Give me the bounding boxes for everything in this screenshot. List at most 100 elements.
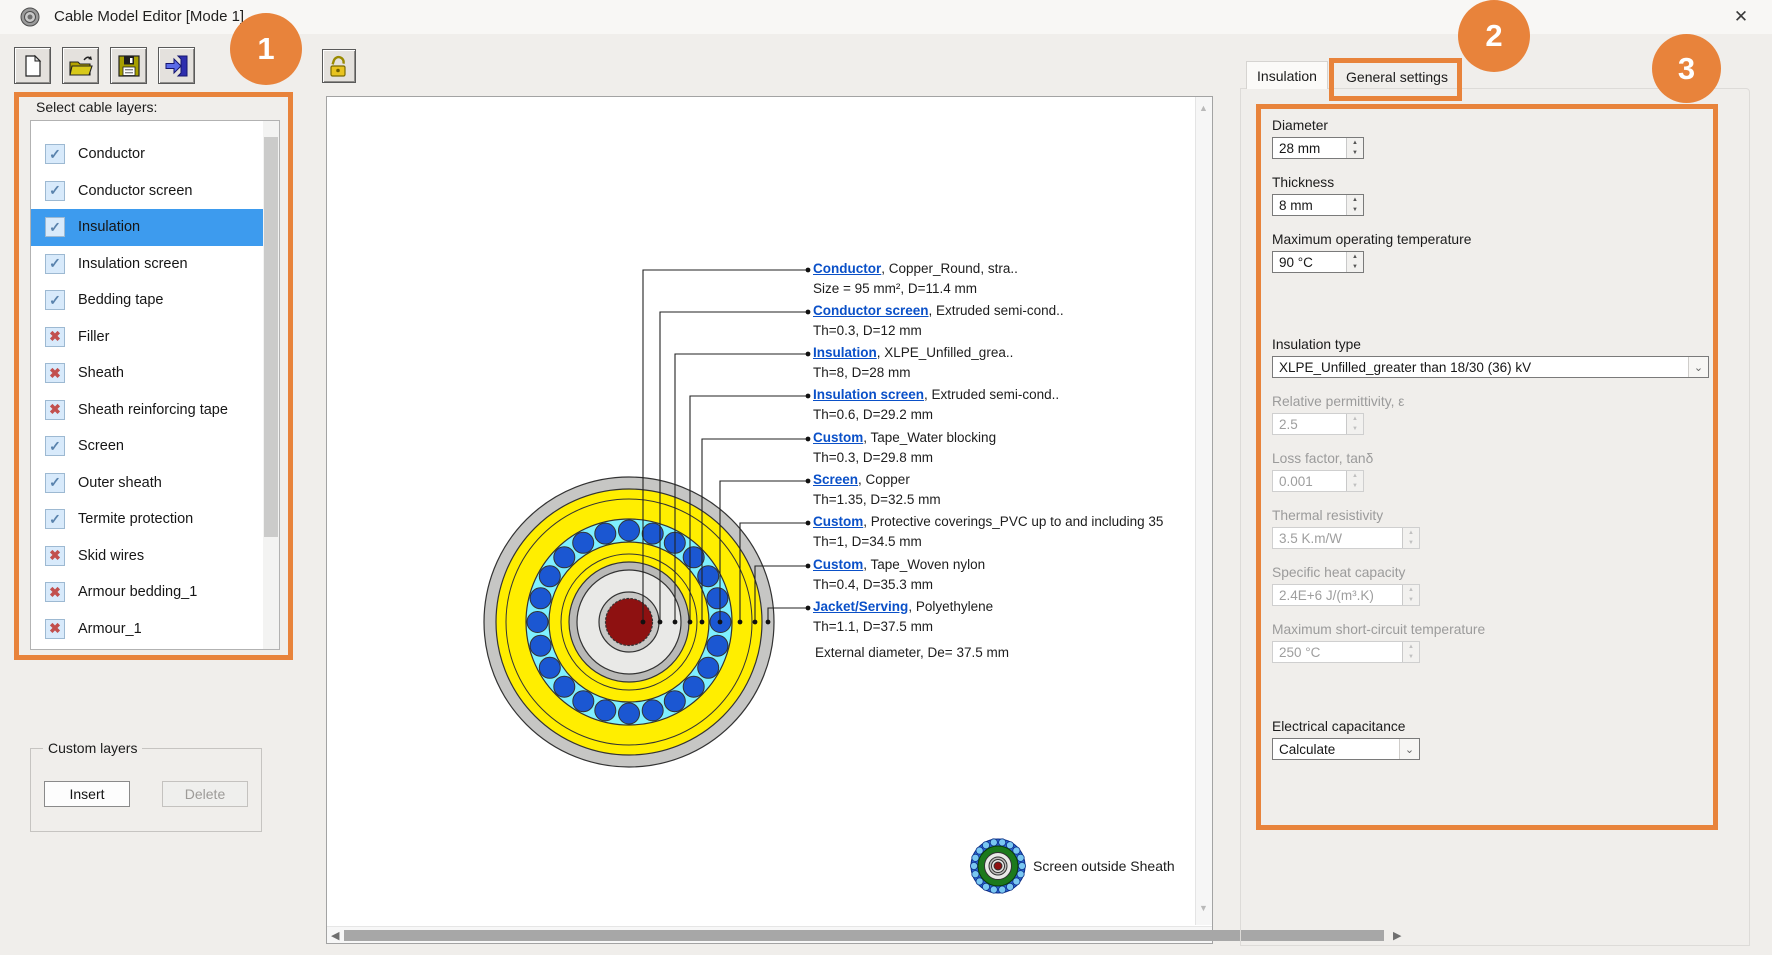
legend-label: Screen outside Sheath — [1033, 858, 1175, 874]
field-value: 0.001 — [1273, 471, 1346, 491]
layer-link-insulation-screen[interactable]: Insulation screen — [813, 387, 924, 402]
field-value: Calculate — [1273, 739, 1399, 759]
scroll-down-icon[interactable]: ▼ — [1199, 903, 1208, 913]
spin-up-icon[interactable]: ▲ — [1347, 138, 1363, 148]
layer-row-conductor[interactable]: ✓Conductor — [31, 136, 263, 173]
layer-row-insulation-screen[interactable]: ✓Insulation screen — [31, 246, 263, 283]
layer-link-insulation[interactable]: Insulation — [813, 345, 877, 360]
layer-row-armour-bedding-1[interactable]: ✖Armour bedding_1 — [31, 574, 263, 611]
spinner-buttons: ▲▼ — [1402, 528, 1419, 548]
exit-button[interactable] — [158, 47, 195, 84]
checkbox-checked-icon[interactable]: ✓ — [45, 254, 65, 274]
checkbox-checked-icon[interactable]: ✓ — [45, 436, 65, 456]
layer-list-scroll-thumb[interactable] — [264, 137, 278, 537]
spinner-buttons[interactable]: ▲▼ — [1346, 195, 1363, 215]
checkbox-checked-icon[interactable]: ✓ — [45, 144, 65, 164]
scroll-up-icon[interactable]: ▲ — [1199, 103, 1208, 113]
spin-up-icon[interactable]: ▲ — [1347, 252, 1363, 262]
canvas-horizontal-scrollbar[interactable]: ◀ ▶ — [327, 926, 1212, 943]
layer-row-outer-sheath[interactable]: ✓Outer sheath — [31, 465, 263, 502]
layer-row-sheath[interactable]: ✖Sheath — [31, 355, 263, 392]
open-file-button[interactable] — [62, 47, 99, 84]
unlock-button[interactable] — [322, 49, 356, 83]
layer-link-conductor[interactable]: Conductor — [813, 261, 881, 276]
new-file-button[interactable] — [14, 47, 51, 84]
cable-layer-list: ✓Conductor✓Conductor screen✓Insulation✓I… — [30, 120, 280, 650]
layer-link-screen[interactable]: Screen — [813, 472, 858, 487]
tab-general-settings[interactable]: General settings — [1336, 64, 1458, 89]
spinner-buttons[interactable]: ▲▼ — [1346, 252, 1363, 272]
field-value: 250 °C — [1273, 642, 1402, 662]
checkbox-checked-icon[interactable]: ✓ — [45, 509, 65, 529]
save-icon — [117, 54, 141, 78]
checkbox-checked-icon[interactable]: ✓ — [45, 290, 65, 310]
spin-down-icon[interactable]: ▼ — [1347, 205, 1363, 215]
checkbox-x-icon[interactable]: ✖ — [45, 582, 65, 602]
spinner-buttons[interactable]: ▲▼ — [1346, 138, 1363, 158]
spinner-maximum-operating-temperature[interactable]: 90 °C▲▼ — [1272, 251, 1364, 273]
canvas-vertical-scrollbar[interactable]: ▲ ▼ — [1195, 97, 1212, 925]
field-label-thickness: Thickness — [1272, 175, 1724, 190]
checkbox-x-icon[interactable]: ✖ — [45, 546, 65, 566]
close-button[interactable]: ✕ — [1724, 4, 1758, 30]
layer-link-conductor-screen[interactable]: Conductor screen — [813, 303, 929, 318]
checkbox-x-icon[interactable]: ✖ — [45, 619, 65, 639]
diagram-label-insulation-2: Insulation, XLPE_Unfilled_grea..Th=8, D=… — [813, 343, 1013, 383]
layer-row-termite-protection[interactable]: ✓Termite protection — [31, 501, 263, 538]
material-text: , XLPE_Unfilled_grea.. — [877, 345, 1014, 360]
save-button[interactable] — [110, 47, 147, 84]
layer-row-conductor-screen[interactable]: ✓Conductor screen — [31, 173, 263, 210]
spinner-buttons: ▲▼ — [1346, 414, 1363, 434]
diagram-label-line1: Custom, Tape_Water blocking — [813, 428, 996, 448]
spin-down-icon[interactable]: ▼ — [1347, 148, 1363, 158]
layer-row-screen[interactable]: ✓Screen — [31, 428, 263, 465]
combo-electrical-capacitance[interactable]: Calculate⌄ — [1272, 738, 1420, 760]
spinner-diameter[interactable]: 28 mm▲▼ — [1272, 137, 1364, 159]
field-thermal-resistivity: Thermal resistivity 3.5 K.m/W▲▼ — [1272, 508, 1724, 549]
dimension-text: Th=1, D=34.5 mm — [813, 532, 1163, 552]
layer-link-custom[interactable]: Custom — [813, 557, 863, 572]
insert-button[interactable]: Insert — [44, 781, 130, 807]
spin-down-icon[interactable]: ▼ — [1347, 262, 1363, 272]
canvas-scroll-thumb[interactable] — [344, 930, 1384, 941]
window-title: Cable Model Editor [Mode 1] — [54, 8, 244, 25]
checkbox-checked-icon[interactable]: ✓ — [45, 217, 65, 237]
checkbox-checked-icon[interactable]: ✓ — [45, 473, 65, 493]
layer-row-filler[interactable]: ✖Filler — [31, 319, 263, 356]
chevron-down-icon[interactable]: ⌄ — [1399, 739, 1419, 759]
new-file-icon — [21, 54, 45, 78]
field-label-relative-permittivity: Relative permittivity, ε — [1272, 394, 1724, 409]
dimension-text: Th=0.3, D=29.8 mm — [813, 448, 996, 468]
layer-link-custom[interactable]: Custom — [813, 514, 863, 529]
field-label-maximum-operating-temperature: Maximum operating temperature — [1272, 232, 1724, 247]
layer-row-armour-1[interactable]: ✖Armour_1 — [31, 611, 263, 648]
layer-row-skid-wires[interactable]: ✖ Skid wires — [31, 538, 263, 575]
field-loss-factor-tan: Loss factor, tanδ0.001▲▼ — [1272, 451, 1724, 492]
exit-icon — [164, 54, 190, 78]
scroll-left-icon[interactable]: ◀ — [331, 929, 339, 942]
field-label-maximum-short-circuit-temperature: Maximum short-circuit temperature — [1272, 622, 1724, 637]
layer-row-insulation[interactable]: ✓Insulation — [31, 209, 263, 246]
layer-row-bedding-tape[interactable]: ✓Bedding tape — [31, 282, 263, 319]
checkbox-x-icon[interactable]: ✖ — [45, 363, 65, 383]
tab-insulation[interactable]: Insulation — [1246, 61, 1328, 89]
spin-up-icon[interactable]: ▲ — [1347, 195, 1363, 205]
chevron-down-icon[interactable]: ⌄ — [1688, 357, 1708, 377]
layer-label: Skid wires — [78, 548, 144, 564]
checkbox-x-icon[interactable]: ✖ — [45, 400, 65, 420]
diagram-label-custom-7: Custom, Tape_Woven nylonTh=0.4, D=35.3 m… — [813, 555, 985, 595]
layer-link-jacket-serving[interactable]: Jacket/Serving — [813, 599, 908, 614]
spinner-thickness[interactable]: 8 mm▲▼ — [1272, 194, 1364, 216]
field-label-thermal-resistivity: Thermal resistivity — [1272, 508, 1724, 523]
layer-list-scrollbar[interactable] — [263, 121, 279, 649]
layer-row-sheath-reinforcing-tape[interactable]: ✖Sheath reinforcing tape — [31, 392, 263, 429]
layer-link-custom[interactable]: Custom — [813, 430, 863, 445]
delete-button[interactable]: Delete — [162, 781, 248, 807]
spin-up-icon: ▲ — [1403, 642, 1419, 652]
checkbox-checked-icon[interactable]: ✓ — [45, 181, 65, 201]
checkbox-x-icon[interactable]: ✖ — [45, 327, 65, 347]
spinner-thermal-resistivity: 3.5 K.m/W▲▼ — [1272, 527, 1420, 549]
combo-insulation-type[interactable]: XLPE_Unfilled_greater than 18/30 (36) kV… — [1272, 356, 1709, 378]
material-text: , Protective coverings_PVC up to and inc… — [863, 514, 1163, 529]
field-relative-permittivity: Relative permittivity, ε2.5▲▼ — [1272, 394, 1724, 435]
